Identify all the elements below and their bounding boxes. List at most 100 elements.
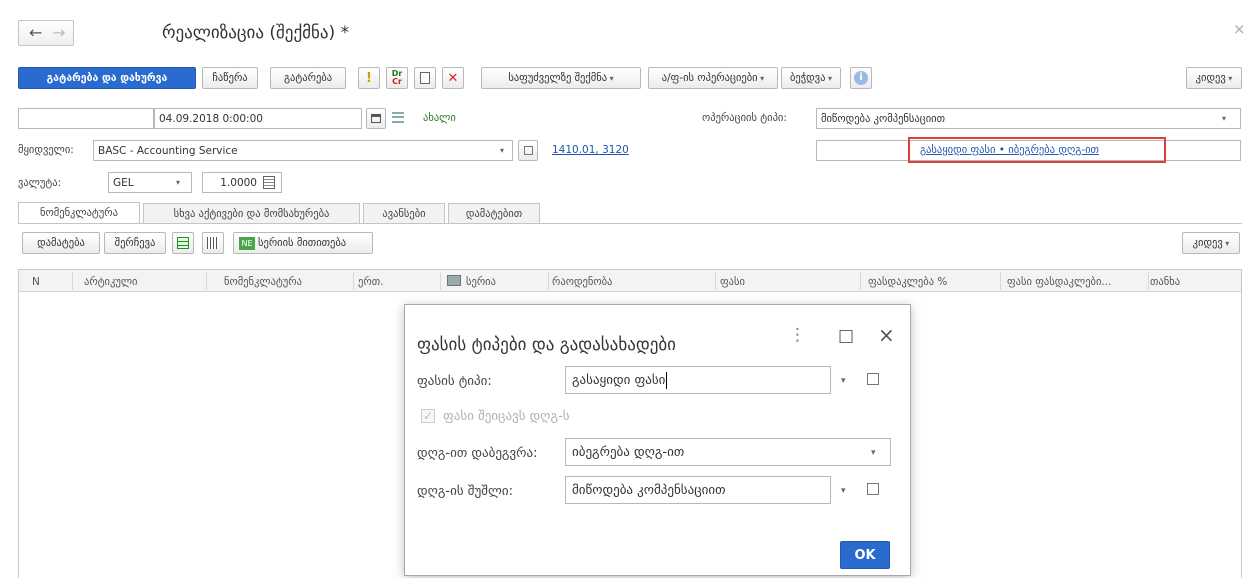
open-price-type-icon[interactable]	[867, 373, 879, 385]
more-actions-button[interactable]: კიდევ ▾	[1186, 67, 1242, 89]
more-actions-label: კიდევ	[1195, 72, 1226, 84]
post-button[interactable]: გატარება	[270, 67, 346, 89]
chevron-down-icon[interactable]: ▾	[841, 376, 846, 386]
column-separator	[1148, 272, 1149, 290]
date-value: 04.09.2018 0:00:00	[159, 112, 263, 125]
dialog-close-icon[interactable]: ×	[878, 323, 895, 347]
column-header-unit[interactable]: ერთ.	[358, 276, 383, 288]
column-separator	[206, 272, 207, 290]
back-arrow-icon[interactable]: ←	[29, 23, 42, 42]
chevron-down-icon[interactable]: ▾	[500, 146, 504, 155]
list-icon[interactable]	[392, 112, 404, 123]
chevron-down-icon[interactable]: ▾	[1222, 114, 1226, 123]
serial-number-icon: NE	[239, 236, 255, 250]
column-header-discounted-price[interactable]: ფასი ფასდაკლები...	[1007, 276, 1111, 288]
column-separator	[353, 272, 354, 290]
back-button[interactable]: ← →	[18, 20, 74, 46]
vat-rate-select[interactable]: მიწოდება კომპენსაციით	[565, 476, 831, 504]
column-header-quantity[interactable]: რაოდენობა	[552, 276, 612, 288]
open-customer-icon[interactable]	[518, 140, 538, 161]
customer-value: BASC - Accounting Service	[98, 144, 238, 157]
price-types-dialog: ფასის ტიპები და გადასახადები ⋮ □ × ფასის…	[404, 304, 911, 576]
save-button[interactable]: ჩაწერა	[202, 67, 258, 89]
currency-label: ვალუტა:	[18, 177, 62, 189]
operation-type-value: მიწოდება კომპენსაციით	[821, 112, 945, 125]
tab-additional[interactable]: დამატებით	[448, 203, 540, 223]
tab-other-assets[interactable]: სხვა აქტივები და მომსახურება	[143, 203, 360, 223]
dialog-maximize-icon[interactable]: □	[838, 326, 854, 346]
cr-label: Cr	[392, 77, 402, 86]
calculator-icon[interactable]	[263, 176, 275, 189]
column-header-amount[interactable]: თანხა	[1150, 276, 1180, 288]
create-on-basis-button[interactable]: საფუძველზე შექმნა ▾	[481, 67, 641, 89]
tab-advances[interactable]: ავანსები	[363, 203, 445, 223]
column-header-nomenclature[interactable]: ნომენკლატურა	[224, 276, 302, 288]
select-rows-button[interactable]: შერჩევა	[104, 232, 166, 254]
vat-rate-value: მიწოდება კომპენსაციით	[572, 482, 726, 498]
chevron-down-icon: ▾	[757, 73, 765, 83]
column-separator	[548, 272, 549, 290]
chevron-down-icon[interactable]: ▾	[871, 448, 876, 458]
print-label: ბეჭდვა	[789, 72, 826, 84]
serial-column-icon	[447, 275, 461, 286]
column-header-discount-percent[interactable]: ფასდაკლება %	[868, 276, 947, 288]
chevron-down-icon: ▾	[825, 73, 833, 83]
tab-underline	[18, 223, 1242, 224]
tab-nomenclature[interactable]: ნომენკლატურა	[18, 202, 140, 223]
column-header-n[interactable]: N	[32, 276, 40, 288]
vat-included-label: ფასი შეიცავს დღგ-ს	[443, 409, 570, 424]
column-separator	[860, 272, 861, 290]
open-vat-rate-icon[interactable]	[867, 483, 879, 495]
add-row-button[interactable]: დამატება	[22, 232, 100, 254]
operation-type-label: ოპერაციის ტიპი:	[702, 112, 787, 124]
chevron-down-icon: ▾	[1222, 238, 1230, 248]
column-header-article[interactable]: არტიკული	[84, 276, 137, 288]
price-link-highlight	[908, 137, 1166, 163]
invoice-operations-label: ა/ფ-ის ოპერაციები	[661, 72, 758, 84]
price-type-input[interactable]: გასაყიდი ფასი	[565, 366, 831, 394]
ok-button[interactable]: OK	[840, 541, 890, 569]
barcode-icon[interactable]	[202, 232, 224, 254]
column-separator	[72, 272, 73, 290]
print-button[interactable]: ბეჭდვა ▾	[781, 67, 841, 89]
warning-icon[interactable]: !	[358, 67, 380, 89]
number-field[interactable]	[18, 108, 154, 129]
vat-taxation-value: იბეგრება დღგ-ით	[572, 444, 685, 460]
chevron-down-icon: ▾	[607, 73, 614, 83]
window-close-icon[interactable]: ×	[1233, 20, 1246, 38]
report-icon[interactable]	[414, 67, 436, 89]
vat-rate-label: დღგ-ის შუშლი:	[417, 484, 513, 499]
vat-included-checkbox[interactable]: ✓	[421, 409, 435, 423]
grid-more-label: კიდევ	[1192, 237, 1223, 249]
chevron-down-icon: ▾	[1225, 73, 1233, 83]
chevron-down-icon[interactable]: ▾	[176, 178, 180, 187]
vat-taxation-label: დღგ-ით დაბეგვრა:	[417, 446, 538, 461]
delete-document-icon[interactable]: ✕	[442, 67, 464, 89]
customer-field[interactable]: BASC - Accounting Service	[93, 140, 513, 161]
dialog-title: ფასის ტიპები და გადასახადები	[417, 335, 676, 355]
grid-more-button[interactable]: კიდევ ▾	[1182, 232, 1240, 254]
accounts-link[interactable]: 1410.01, 3120	[552, 144, 629, 156]
info-icon[interactable]: i	[850, 67, 872, 89]
column-header-price[interactable]: ფასი	[720, 276, 745, 288]
chevron-down-icon[interactable]: ▾	[841, 486, 846, 496]
calendar-icon[interactable]	[366, 108, 386, 129]
invoice-operations-button[interactable]: ა/ფ-ის ოპერაციები ▾	[648, 67, 778, 89]
dialog-menu-icon[interactable]: ⋮	[789, 325, 806, 345]
dr-cr-icon[interactable]: Dr Cr	[386, 67, 408, 89]
column-separator	[715, 272, 716, 290]
operation-type-select[interactable]: მიწოდება კომპენსაციით	[816, 108, 1241, 129]
post-and-close-button[interactable]: გატარება და დახურვა	[18, 67, 196, 89]
status-label: ახალი	[423, 112, 456, 124]
window-title: რეალიზაცია (შექმნა) *	[162, 23, 350, 43]
table-add-icon[interactable]	[172, 232, 194, 254]
vat-taxation-select[interactable]: იბეგრება დღგ-ით	[565, 438, 891, 466]
serial-number-label: სერიის მითითება	[258, 237, 347, 249]
price-type-label: ფასის ტიპი:	[417, 374, 492, 389]
serial-number-button[interactable]: NE სერიის მითითება	[233, 232, 373, 254]
forward-arrow-icon[interactable]: →	[52, 23, 65, 42]
column-header-serial[interactable]: სერია	[466, 276, 496, 288]
create-on-basis-label: საფუძველზე შექმნა	[508, 72, 608, 84]
date-field[interactable]: 04.09.2018 0:00:00	[154, 108, 362, 129]
currency-value: GEL	[113, 176, 134, 189]
